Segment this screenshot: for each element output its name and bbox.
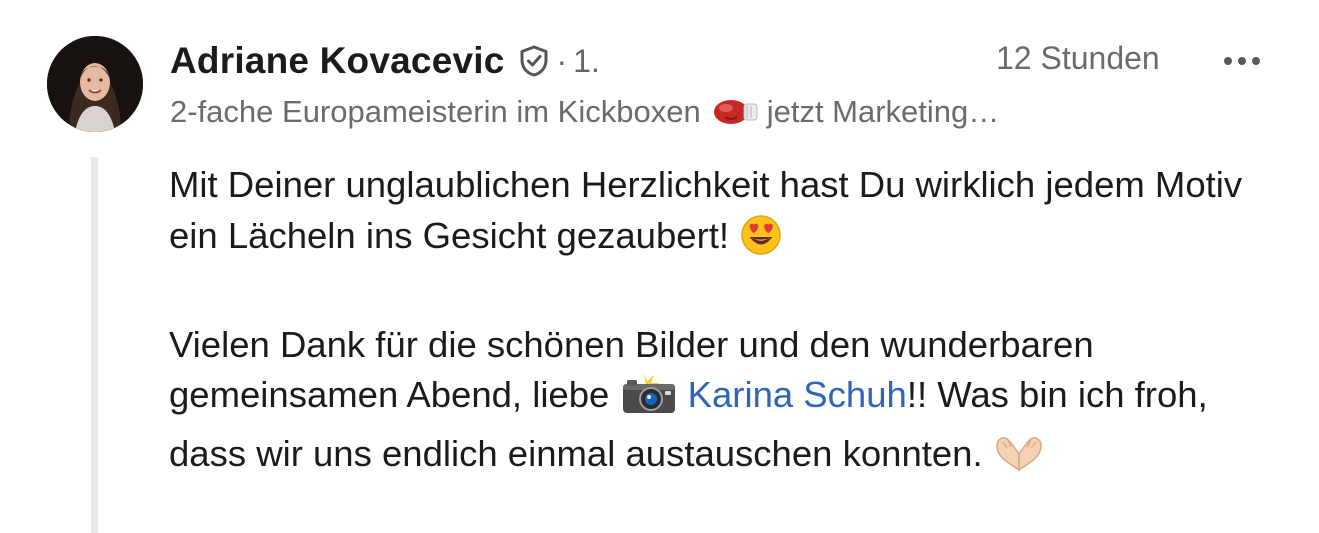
headline-suffix: jetzt Marketing…	[766, 94, 1000, 129]
more-dot	[1238, 57, 1246, 65]
more-dot	[1252, 57, 1260, 65]
camera-flash-emoji	[620, 371, 678, 429]
comment-paragraph-2: Vielen Dank für die schönen Bilder und d…	[169, 320, 1289, 488]
author-headline: 2-fache Europameisterin im Kickboxen jet…	[170, 94, 999, 130]
degree-separator: ·	[556, 42, 568, 79]
boxing-glove-icon	[711, 97, 759, 127]
more-options-button[interactable]	[1214, 44, 1270, 78]
more-horizontal-icon	[1224, 57, 1232, 65]
comment-paragraph-1: Mit Deiner unglaublichen Herzlichkeit ha…	[169, 160, 1289, 269]
connection-degree: 1.	[573, 42, 600, 79]
comment-header: Adriane Kovacevic · 1.	[170, 38, 600, 84]
timestamp: 12 Stunden	[996, 40, 1160, 76]
heart-eyes-emoji	[739, 214, 783, 270]
heart-hands-emoji	[993, 434, 1045, 488]
avatar[interactable]	[47, 36, 143, 132]
shield-check-icon	[519, 45, 549, 77]
author-name[interactable]: Adriane Kovacevic	[170, 40, 505, 82]
thread-line	[91, 157, 98, 533]
comment-body: Mit Deiner unglaublichen Herzlichkeit ha…	[169, 160, 1289, 487]
comment: Adriane Kovacevic · 1. 12 Stunden 2-fach…	[0, 0, 1319, 533]
headline-prefix: 2-fache Europameisterin im Kickboxen	[170, 94, 701, 129]
paragraph-1-text: Mit Deiner unglaublichen Herzlichkeit ha…	[169, 164, 1243, 256]
mention-link[interactable]: Karina Schuh	[688, 374, 907, 415]
